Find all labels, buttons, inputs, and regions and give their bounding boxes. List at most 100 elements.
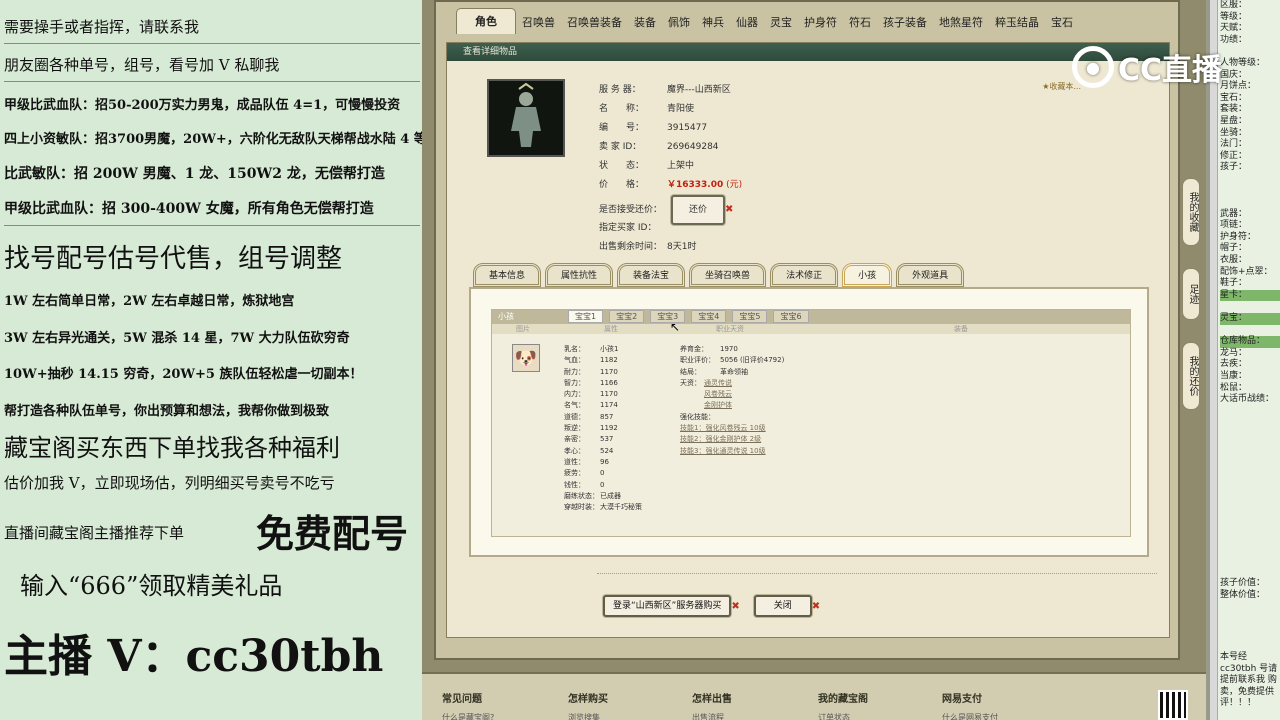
tab-basic-info[interactable]: 基本信息: [473, 263, 542, 287]
inventory-row: 仓库物品：: [1220, 336, 1280, 348]
inventory-row: 宝石：: [1220, 92, 1248, 103]
inventory-row: 国庆：: [1220, 69, 1248, 80]
child-box-title: 小孩: [498, 312, 514, 321]
trade-window-inner: 角色 召唤兽 召唤兽装备 装备 佩饰 神兵 仙器 灵宝 护身符 符石 孩子装备 …: [434, 0, 1200, 660]
promo-line: 朋友圈各种单号，组号，看号加 V 私聊我: [4, 54, 420, 82]
tab-pet[interactable]: 召唤兽: [516, 12, 561, 34]
inventory-list: 区服： 等级： 天赋： 功绩： 人物等级： 国庆： 月饼点： 宝石： 套装： 星盘： 坐骑： 法门：修…: [1220, 0, 1280, 406]
seller-label: 卖 家 ID：: [599, 142, 642, 152]
baby-tab-6[interactable]: 宝宝6: [773, 310, 809, 323]
panel-title: 查看详细物品: [447, 43, 1169, 61]
server-label: 服 务 器：: [599, 85, 641, 95]
inventory-row: 护身符：: [1220, 231, 1257, 242]
character-figure-icon: [511, 82, 541, 147]
attr-row: 智力： 1166: [564, 378, 618, 387]
tab-spirit-treasure[interactable]: 灵宝: [764, 12, 798, 34]
inventory-row: 星卡：: [1220, 289, 1280, 302]
footer-how-sell: 怎样出售: [692, 694, 732, 705]
tab-immortal[interactable]: 仙器: [730, 12, 764, 34]
tab-equip[interactable]: 装备: [628, 12, 662, 34]
status-value: 上架中: [667, 161, 695, 171]
seller-value: 269649284: [667, 142, 719, 152]
tab-role[interactable]: 角色: [456, 8, 516, 34]
inventory-row: 月饼点：: [1220, 81, 1257, 92]
tab-attributes[interactable]: 属性抗性: [545, 263, 614, 287]
promo-line: 找号配号估号代售，组号调整: [4, 244, 343, 274]
name-value: 青阳使: [667, 104, 695, 114]
tab-divine-weapon[interactable]: 神兵: [696, 12, 730, 34]
inventory-row: [1220, 197, 1280, 209]
tab-amulet[interactable]: 护身符: [798, 12, 843, 34]
attr-row: 道德： 857: [564, 412, 614, 421]
bargain-button[interactable]: 还价: [671, 195, 726, 225]
tab-equip-treasure[interactable]: 装备法宝: [617, 263, 686, 287]
total-value-label: 整体价值：: [1220, 590, 1266, 600]
skill-link[interactable]: 技能2：强化金刚护体 2级: [680, 435, 761, 443]
inventory-row: 松鼠：: [1220, 382, 1248, 393]
attr-row: 名气： 1174: [564, 401, 618, 410]
child-box: 小孩 宝宝1 宝宝2 宝宝3 宝宝4 宝宝5 宝宝6 图片 属性 职业天资 装备…: [491, 309, 1131, 537]
inventory-row: 坐骑：: [1220, 127, 1248, 138]
inventory-row: 法门：: [1220, 139, 1248, 150]
tab-mount-pet[interactable]: 坐骑召唤兽: [689, 263, 767, 287]
tab-spell-fix[interactable]: 法术修正: [770, 263, 839, 287]
my-bargain-tab[interactable]: 我的还价: [1182, 342, 1200, 410]
tab-gem[interactable]: 宝石: [1045, 12, 1079, 34]
footer-link[interactable]: 什么是网易支付: [942, 712, 998, 720]
baby-tab-1[interactable]: 宝宝1: [568, 310, 604, 323]
inventory-row: 衣服：: [1220, 255, 1248, 266]
inventory-row: 龙马：: [1220, 347, 1248, 358]
baby-tab-5[interactable]: 宝宝5: [732, 310, 768, 323]
time-label: 出售剩余时间：: [599, 242, 663, 252]
site-footer: 常见问题 怎样购买 怎样出售 我的藏宝阁 网易支付 什么是藏宝阁? 浏览搜集 出…: [422, 672, 1210, 720]
footprint-tab[interactable]: 足迹: [1182, 268, 1200, 320]
talent-link[interactable]: 风卷残云: [704, 390, 732, 398]
login-buy-button[interactable]: 登录“山西新区”服务器购买: [603, 595, 732, 617]
footer-my-cbg: 我的藏宝阁: [818, 694, 868, 705]
inventory-row: [1220, 325, 1280, 337]
footer-link[interactable]: 什么是藏宝阁?: [442, 712, 494, 720]
notice-text: 本号经cc30tbh 号请提前联系我 购卖，免费提供 评！！！: [1220, 652, 1278, 708]
attr-row: 穿越时装：大漠千巧秘策: [564, 503, 642, 512]
inventory-row: 区服：: [1220, 0, 1248, 10]
attr-row: 叛逆： 1192: [564, 424, 618, 433]
footer-link[interactable]: 浏览搜集: [568, 712, 600, 720]
time-value: 8天1时: [667, 242, 697, 252]
baby-tab-2[interactable]: 宝宝2: [609, 310, 645, 323]
footer-link[interactable]: 订单状态: [818, 712, 850, 720]
tab-appearance[interactable]: 外观道具: [896, 263, 965, 287]
buyer-id-label: 指定买家 ID：: [599, 223, 657, 233]
promo-line: 需要操手或者指挥，请联系我: [4, 16, 420, 44]
footer-pay: 网易支付: [942, 694, 982, 705]
promo-line: 比武敏队：招 200W 男魔、1 龙、150W2 龙，无偿帮打造: [4, 166, 385, 182]
tab-pet-equip[interactable]: 召唤兽装备: [561, 12, 628, 34]
attr-row: 亲密： 537: [564, 435, 614, 444]
my-favorites-tab[interactable]: 我的收藏: [1182, 178, 1200, 246]
inventory-row: 修正：: [1220, 150, 1248, 161]
skill-label: 强化技能：: [680, 412, 715, 421]
promo-line: 估价加我 V，立即现场估，列明细买号卖号不吃亏: [4, 474, 335, 492]
tab-accessory[interactable]: 佩饰: [662, 12, 696, 34]
footer-link[interactable]: 出售流程: [692, 712, 724, 720]
tab-star-rune[interactable]: 地煞星符: [933, 12, 989, 34]
talent-link[interactable]: 金刚护体: [704, 401, 732, 409]
talent-link[interactable]: 通灵传说: [704, 379, 732, 387]
cc-logo-icon: ●: [1072, 46, 1114, 88]
eval-label: 职业评价：: [680, 356, 715, 365]
inventory-row: [1220, 46, 1280, 58]
inventory-row: [1220, 174, 1280, 186]
tab-child[interactable]: 小孩: [842, 263, 893, 287]
inventory-row: 人物等级：: [1220, 57, 1266, 68]
tab-child-equip[interactable]: 孩子装备: [877, 12, 933, 34]
item-detail-panel: 查看详细物品 服 务 器： 魔界---山西新区 名 称： 青阳使 编 号： 39154…: [446, 42, 1170, 638]
detail-tabs: 基本信息 属性抗性 装备法宝 坐骑召唤兽 法术修正 小孩 外观道具: [473, 263, 965, 287]
promo-line: 输入“666”领取精美礼品: [20, 572, 283, 600]
close-button[interactable]: 关闭: [753, 595, 812, 617]
tab-rune[interactable]: 符石: [843, 12, 877, 34]
skill-link[interactable]: 技能3：强化通灵传说 10级: [680, 447, 766, 455]
tab-jade[interactable]: 粹玉结晶: [989, 12, 1045, 34]
item-info: 服 务 器： 魔界---山西新区 名 称： 青阳使 编 号： 3915477 卖 家 …: [599, 81, 742, 257]
skill-link[interactable]: 技能1：强化风卷残云 10级: [680, 424, 766, 432]
id-label: 编 号：: [599, 123, 645, 133]
baby-tab-4[interactable]: 宝宝4: [691, 310, 727, 323]
